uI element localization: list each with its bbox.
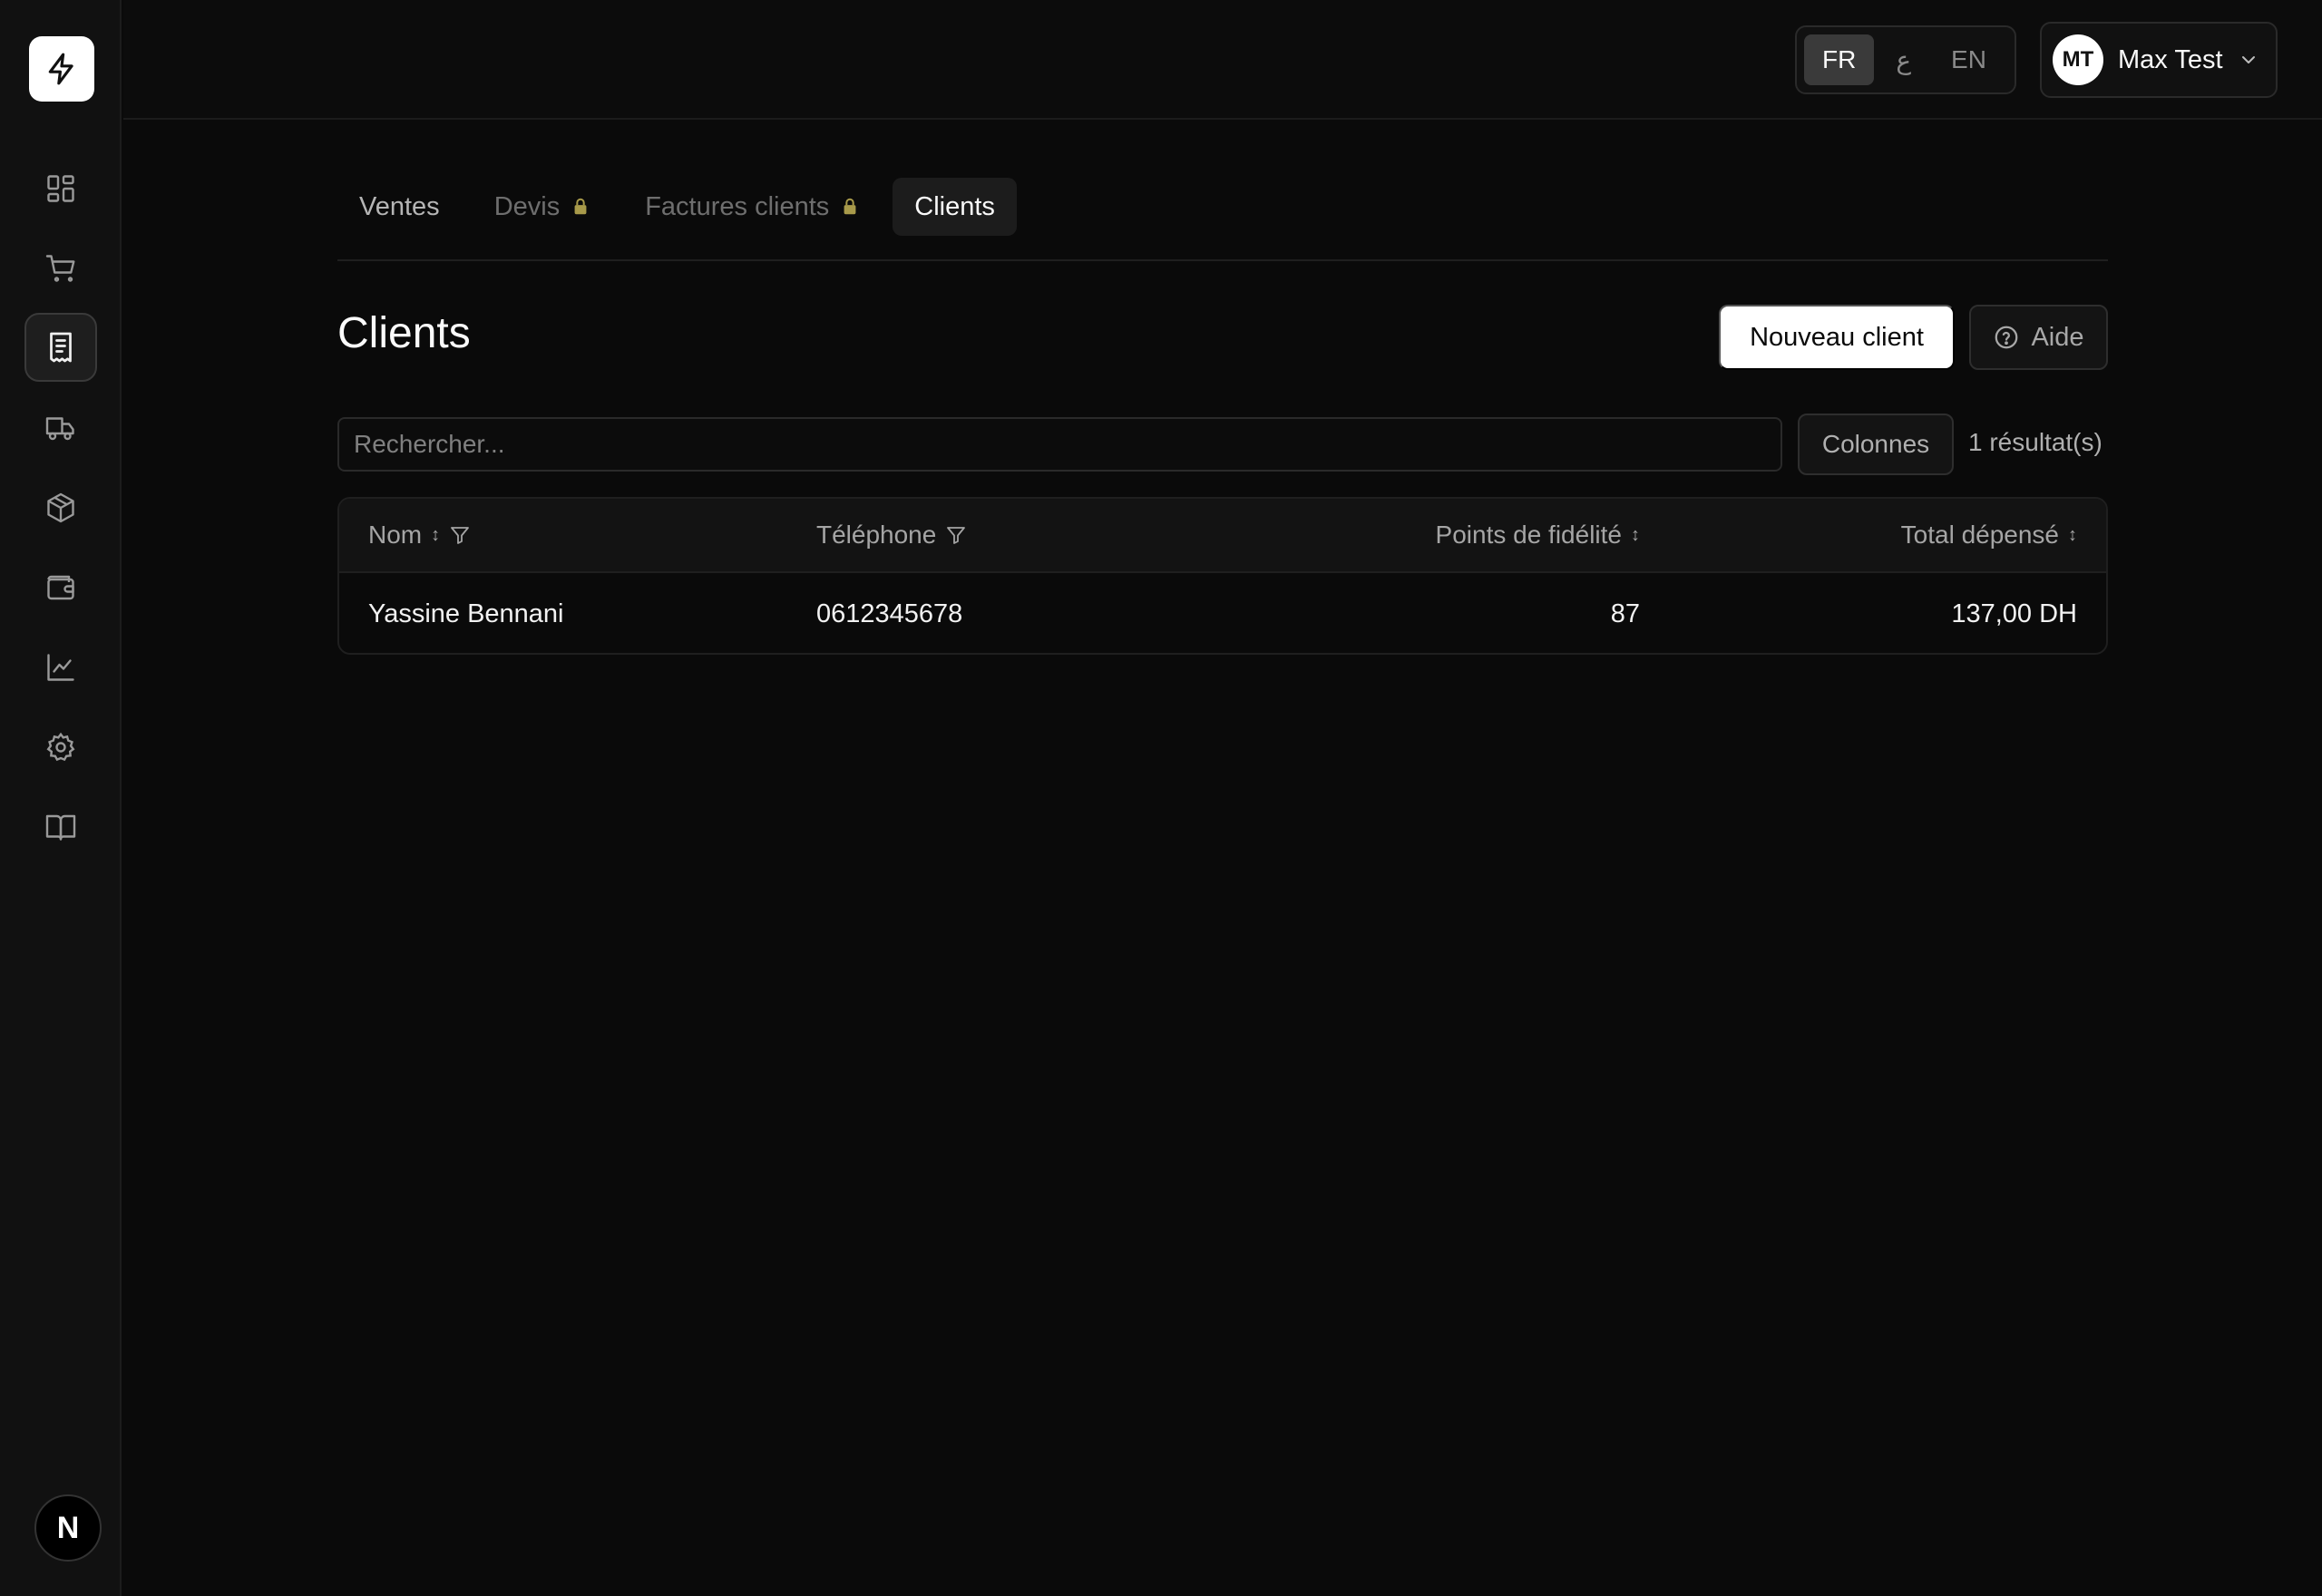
sort-icon[interactable]: ↕ [431,525,440,546]
column-header-label: Total dépensé [1900,521,2059,549]
table-row[interactable]: Yassine Bennani 0612345678 87 137,00 DH [339,573,2106,653]
sidebar-item-reports[interactable] [24,633,97,702]
new-client-button[interactable]: Nouveau client [1719,305,1955,370]
receipt-icon [50,332,72,363]
sidebar-item-delivery[interactable] [24,394,97,462]
tab-devis[interactable]: Devis [473,178,613,236]
package-icon [47,492,74,523]
tab-label: Ventes [359,191,440,221]
sidebar-item-dashboard[interactable] [24,154,97,223]
lock-icon [574,198,587,215]
cart-icon [45,255,75,282]
sort-icon[interactable]: ↕ [2068,525,2077,546]
truck-icon [45,417,74,441]
app-logo[interactable] [29,36,94,102]
cell-total: 137,00 DH [1951,598,2077,628]
user-name: Max Test [2118,44,2223,74]
user-menu-button[interactable]: MT Max Test [2040,22,2278,98]
framework-badge[interactable]: N [34,1494,102,1562]
sort-icon[interactable]: ↕ [1631,525,1640,546]
cell-points: 87 [1610,598,1640,628]
tab-label: Factures clients [645,191,830,221]
gear-icon [46,732,75,762]
lang-button-ar[interactable]: ع [1878,34,1929,85]
tab-label: Devis [493,191,561,221]
page-title: Clients [337,309,471,357]
columns-button[interactable]: Colonnes [1798,414,1954,475]
framework-badge-letter: N [56,1510,80,1545]
table-header: Nom ↕ Téléphone Points de fidélité ↕ Tot… [339,499,2106,573]
search-input[interactable] [337,417,1782,472]
sidebar-item-docs[interactable] [24,793,97,861]
column-header-label: Nom [368,521,423,549]
sidebar-item-invoices[interactable] [24,313,97,382]
lock-icon [844,198,856,215]
clients-table: Nom ↕ Téléphone Points de fidélité ↕ Tot… [337,497,2108,655]
tab-factures-clients[interactable]: Factures clients [623,178,882,236]
avatar: MT [2053,34,2103,85]
column-header-total[interactable]: Total dépensé ↕ [1901,499,2077,571]
dashboard-icon [47,175,74,202]
bolt-icon [48,53,73,85]
tab-label: Clients [914,191,995,221]
lang-button-en[interactable]: EN [1933,34,2005,85]
column-header-phone[interactable]: Téléphone [816,499,967,571]
cell-phone: 0612345678 [816,598,963,628]
column-header-label: Points de fidélité [1435,521,1622,549]
tab-ventes[interactable]: Ventes [337,178,462,236]
section-tabs: Ventes Devis Factures clients Clients [337,178,2108,261]
filter-icon[interactable] [945,524,967,546]
chevron-down-icon [2242,56,2255,63]
column-header-label: Téléphone [816,521,937,549]
sidebar-item-finance[interactable] [24,553,97,622]
lang-button-fr[interactable]: FR [1804,34,1875,85]
column-header-name[interactable]: Nom ↕ [368,499,471,571]
help-button[interactable]: Aide [1969,305,2108,370]
chart-line-icon [47,654,74,681]
sidebar-item-sales[interactable] [24,234,97,303]
cell-name: Yassine Bennani [368,598,564,628]
sidebar-item-settings[interactable] [24,713,97,782]
result-count: 1 résultat(s) [1968,428,2102,456]
filter-icon[interactable] [449,524,471,546]
wallet-icon [47,575,74,600]
sidebar: N [0,0,122,1596]
help-button-label: Aide [2031,322,2084,352]
help-circle-icon [1995,326,2018,349]
book-icon [45,814,76,841]
language-switcher: FR ع EN [1795,25,2016,94]
column-header-points[interactable]: Points de fidélité ↕ [1436,499,1640,571]
sidebar-item-products[interactable] [24,473,97,542]
tab-clients[interactable]: Clients [893,178,1017,236]
